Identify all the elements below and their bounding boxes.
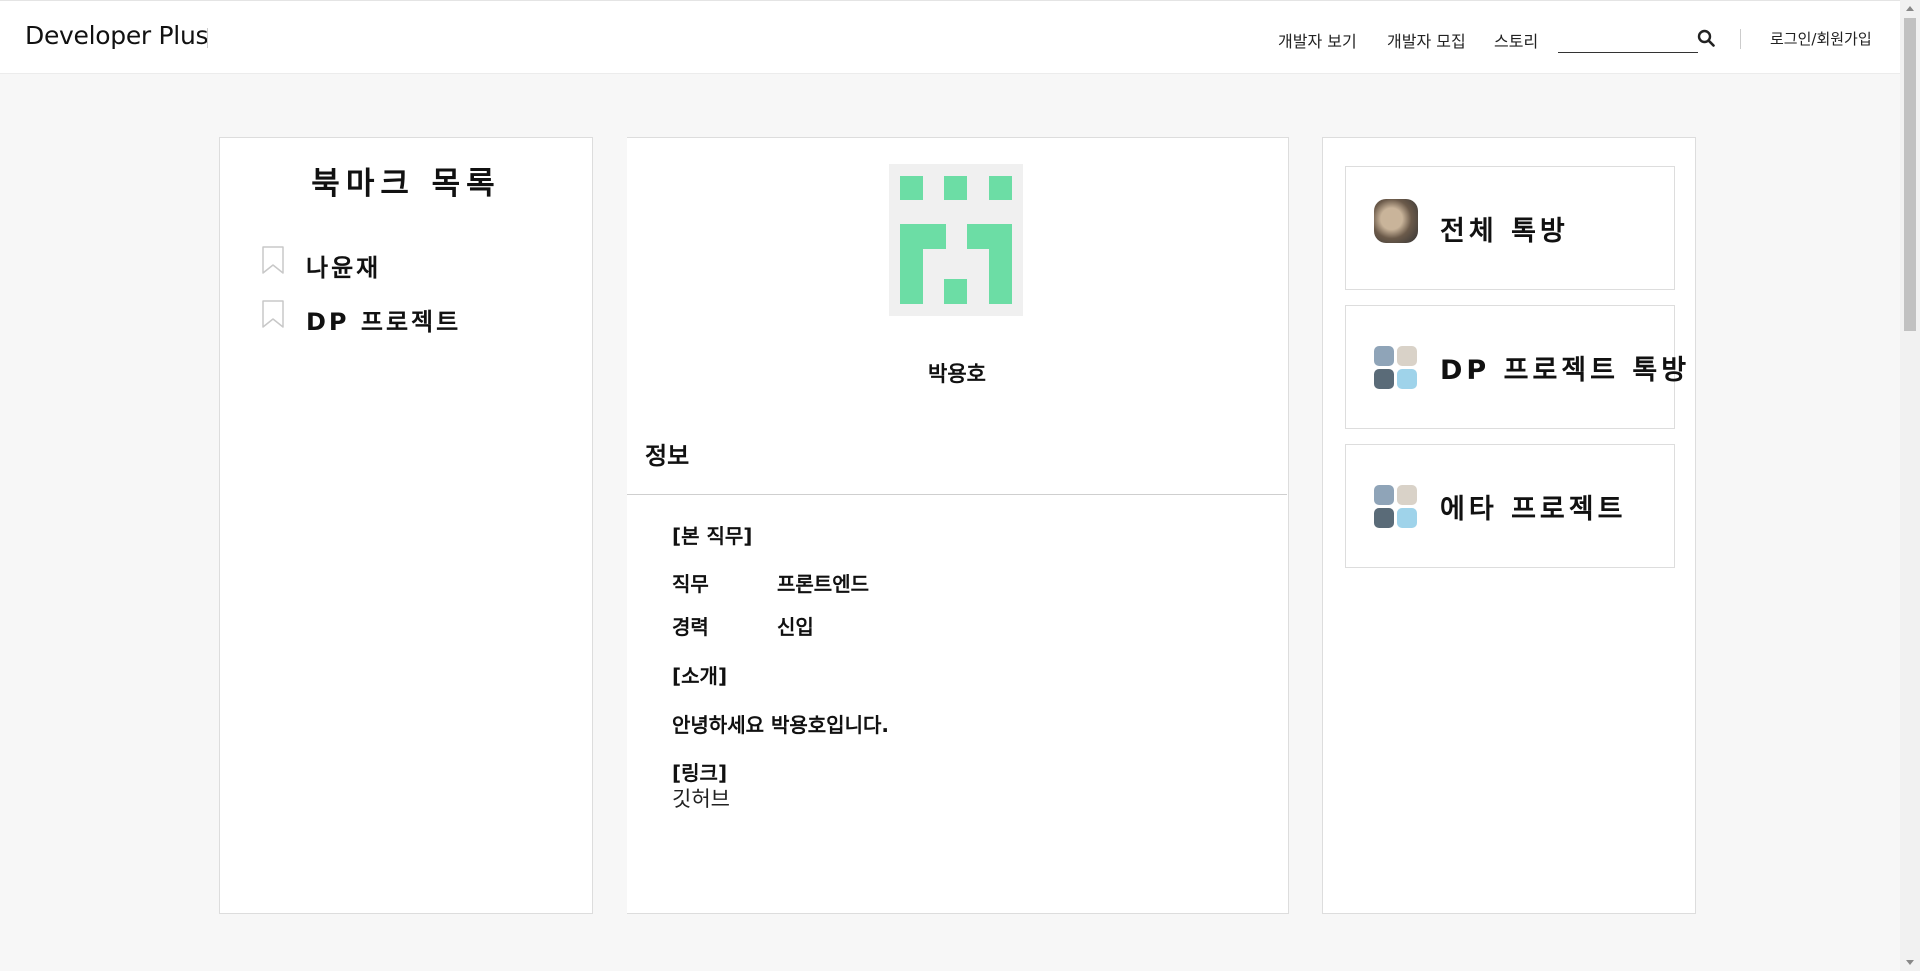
job-heading: [본 직무] <box>672 524 753 548</box>
nav-recruit[interactable]: 개발자 모집 <box>1387 28 1466 52</box>
chat-room-avatar <box>1374 199 1418 243</box>
intro-text: 안녕하세요 박용호입니다. <box>672 713 889 737</box>
chat-room-title[interactable]: 전체 톡방 <box>1440 209 1569 248</box>
search-box <box>1558 23 1698 53</box>
search-input[interactable] <box>1558 23 1698 51</box>
bookmark-panel: 북마크 목록 나윤재 DP 프로젝트 <box>219 137 593 914</box>
bookmark-icon[interactable] <box>262 300 284 328</box>
job-label: 직무 <box>672 572 709 596</box>
nav-developers[interactable]: 개발자 보기 <box>1278 28 1357 52</box>
profile-name: 박용호 <box>928 362 986 386</box>
top-header: Developer Plus 개발자 보기 개발자 모집 스토리 로그인/회원가… <box>0 0 1900 74</box>
scroll-thumb[interactable] <box>1904 18 1916 331</box>
scroll-up-arrow-icon[interactable] <box>1900 0 1920 17</box>
site-logo[interactable]: Developer Plus <box>25 21 209 50</box>
chat-room-card[interactable]: 에타 프로젝트 <box>1345 444 1675 568</box>
login-signup-link[interactable]: 로그인/회원가입 <box>1770 28 1872 49</box>
profile-avatar <box>889 164 1023 316</box>
logo-divider <box>207 28 208 48</box>
chat-room-avatar-group <box>1374 485 1418 529</box>
info-section-title: 정보 <box>645 442 690 470</box>
job-value: 프론트엔드 <box>777 572 869 596</box>
nav-divider <box>1740 29 1741 49</box>
career-value: 신입 <box>777 615 814 639</box>
chat-room-card[interactable]: 전체 톡방 <box>1345 166 1675 290</box>
intro-heading: [소개] <box>672 664 728 688</box>
chat-room-title[interactable]: DP 프로젝트 톡방 <box>1440 348 1690 387</box>
nav-story[interactable]: 스토리 <box>1494 28 1538 52</box>
search-icon[interactable] <box>1697 29 1715 47</box>
career-label: 경력 <box>672 615 709 639</box>
chat-room-card[interactable]: DP 프로젝트 톡방 <box>1345 305 1686 429</box>
chat-room-avatar-group <box>1374 346 1418 390</box>
bookmark-title: 북마크 목록 <box>311 166 501 202</box>
github-link[interactable]: 깃허브 <box>672 783 730 813</box>
scroll-down-arrow-icon[interactable] <box>1900 954 1920 971</box>
info-divider <box>627 494 1287 495</box>
bookmark-icon[interactable] <box>262 246 284 274</box>
chat-room-title[interactable]: 에타 프로젝트 <box>1440 487 1626 526</box>
page-scrollbar[interactable] <box>1900 0 1920 971</box>
link-heading: [링크] <box>672 761 728 785</box>
bookmark-label[interactable]: 나윤재 <box>306 248 381 283</box>
chat-room-panel: 전체 톡방 DP 프로젝트 톡방 에타 프로젝트 <box>1322 137 1696 914</box>
bookmark-label[interactable]: DP 프로젝트 <box>306 302 461 337</box>
profile-panel: 박용호 정보 [본 직무] 직무 프론트엔드 경력 신입 [소개] 안녕하세요 … <box>627 137 1289 914</box>
